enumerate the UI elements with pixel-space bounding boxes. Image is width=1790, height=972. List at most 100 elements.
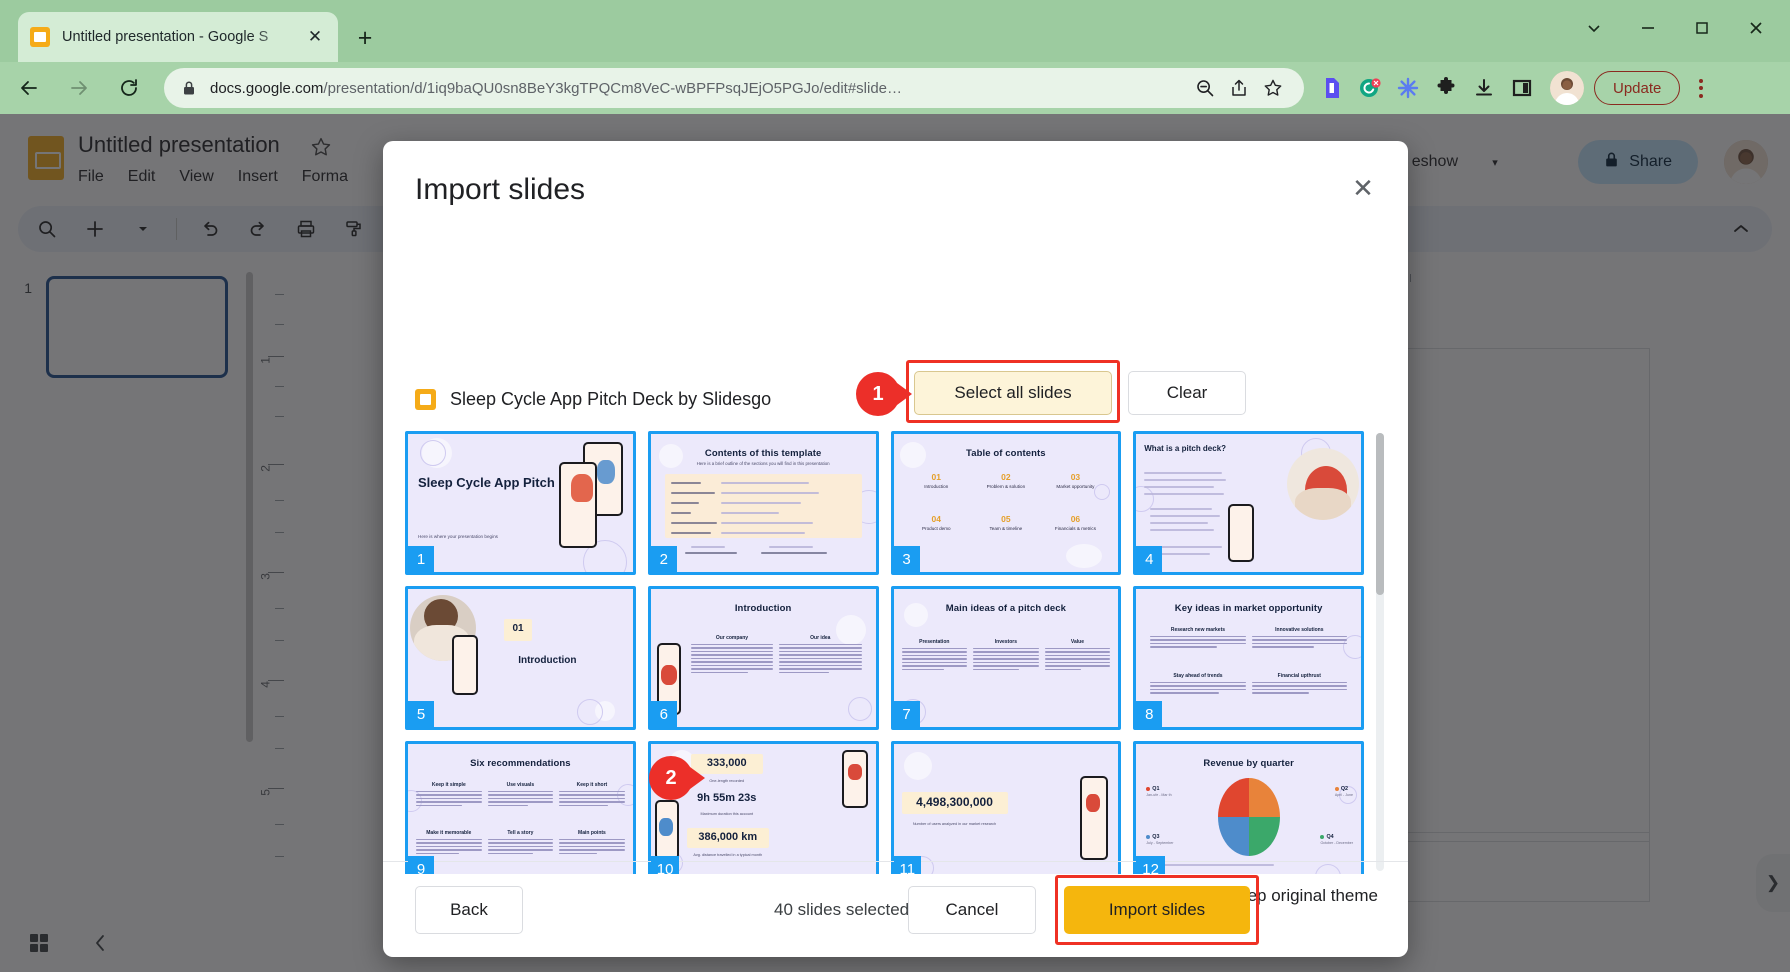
window-controls <box>1568 8 1782 48</box>
slide-thumbnail[interactable]: Six recommendations Keep it simple Use v… <box>405 741 636 874</box>
slide-grid-scrollbar[interactable] <box>1376 433 1384 871</box>
legend-entry: Q2 April - June <box>1334 786 1353 797</box>
legend-note: October - December <box>1320 841 1353 845</box>
browser-window: Untitled presentation - Google S ✕ + doc… <box>0 0 1790 972</box>
puzzle-extensions-icon[interactable] <box>1428 70 1464 106</box>
slide-subtitle: Here is a brief outline of the sections … <box>696 461 830 466</box>
column-heading: Presentation <box>919 639 950 645</box>
slide-title: Table of contents <box>966 448 1046 459</box>
slide-thumbnail[interactable]: 01 Introduction 5 <box>405 586 636 730</box>
toc-number: 02 <box>1001 472 1011 482</box>
close-window-icon[interactable] <box>1730 8 1782 48</box>
slide-title: Main ideas of a pitch deck <box>945 603 1067 614</box>
slide-column: Financial upthrust <box>1251 673 1347 696</box>
slide-title: Revenue by quarter <box>1203 758 1294 769</box>
slide-grid: Sleep Cycle App Pitch Deck Here is where… <box>405 431 1386 874</box>
quadrant-heading: Financial upthrust <box>1277 673 1321 679</box>
maximize-icon[interactable] <box>1676 8 1728 48</box>
share-icon[interactable] <box>1222 73 1256 103</box>
lock-icon <box>178 80 200 96</box>
slide-number: 6 <box>650 701 677 727</box>
legend-note: April - June <box>1334 793 1353 797</box>
slide-number: 2 <box>650 546 677 572</box>
slide-thumbnail[interactable]: Introduction Our company Our idea 6 <box>647 586 879 730</box>
back-icon[interactable] <box>8 67 50 109</box>
star-icon[interactable] <box>1256 73 1290 103</box>
slide-grid-scroll-area[interactable]: Sleep Cycle App Pitch Deck Here is where… <box>405 431 1386 874</box>
slide-number: 11 <box>893 856 922 874</box>
slide-thumbnail[interactable]: Key ideas in market opportunity Research… <box>1133 586 1364 730</box>
toc-label: Product demo <box>921 526 951 531</box>
minimize-icon[interactable] <box>1622 8 1674 48</box>
magnifier-minus-icon[interactable] <box>1188 73 1222 103</box>
slide-column: Keep it simple <box>416 782 482 808</box>
minimize-to-tray-caret-icon[interactable] <box>1568 8 1620 48</box>
tab-title: Untitled presentation - Google S <box>62 29 269 45</box>
close-icon[interactable]: ✕ <box>1344 169 1382 207</box>
slide-thumbnail[interactable]: Main ideas of a pitch deck Presentation … <box>890 586 1122 730</box>
docs-extension-icon[interactable] <box>1314 70 1350 106</box>
new-tab-button[interactable]: + <box>348 22 382 54</box>
slide-number: 1 <box>408 546 434 572</box>
update-button[interactable]: Update <box>1594 71 1681 105</box>
slide-column: Tell a story <box>487 830 554 856</box>
column-heading: Our company <box>715 635 749 641</box>
forward-icon[interactable] <box>58 67 100 109</box>
omnibox[interactable]: docs.google.com/presentation/d/1iq9baQU0… <box>164 68 1304 108</box>
slide-column: Research new markets <box>1150 627 1246 650</box>
slide-column: Value <box>1044 639 1111 672</box>
annotation-badge-1: 1 <box>856 372 900 416</box>
dialog-footer: Back 40 slides selected Cancel Import sl… <box>383 861 1408 957</box>
profile-avatar[interactable] <box>1550 71 1584 105</box>
import-slides-dialog: Import slides ✕ Sleep Cycle App Pitch De… <box>383 141 1408 957</box>
slide-number: 3 <box>893 546 920 572</box>
slide-column: Presentation <box>901 639 968 672</box>
recommendation-heading: Use visuals <box>506 782 535 788</box>
pie-chart <box>1217 778 1280 856</box>
column-heading: Investors <box>994 639 1017 645</box>
import-slides-button[interactable]: Import slides <box>1064 886 1250 934</box>
select-all-slides-button[interactable]: Select all slides <box>914 371 1112 415</box>
slide-thumbnail[interactable]: Contents of this template Here is a brie… <box>647 431 879 575</box>
reload-icon[interactable] <box>108 67 150 109</box>
extension-icons: Update <box>1314 70 1728 106</box>
slides-checkbox-icon[interactable] <box>415 389 436 410</box>
slide-thumbnail[interactable]: Table of contents 01 Introduction 02 Probl… <box>890 431 1122 575</box>
close-icon[interactable]: ✕ <box>304 26 326 48</box>
toc-label: Team & timeline <box>989 526 1023 531</box>
slide-thumbnail[interactable]: Revenue by quarter Q1 Jan-ufe - Mar th Q… <box>1133 741 1364 874</box>
recommendation-heading: Keep it short <box>576 782 608 788</box>
toc-number: 01 <box>931 472 942 482</box>
downloads-icon[interactable] <box>1466 70 1502 106</box>
grammarly-extension-icon[interactable] <box>1352 70 1388 106</box>
recommendation-heading: Keep it simple <box>431 782 466 788</box>
slide-number: 4 <box>1136 546 1163 572</box>
stat-label: Maximum duration this account <box>700 811 754 816</box>
asterisk-extension-icon[interactable] <box>1390 70 1426 106</box>
stat-value: 9h 55m 23s <box>697 792 757 804</box>
slide-number: 7 <box>893 701 920 727</box>
slide-thumbnail[interactable]: What is a pitch deck? 4 <box>1133 431 1364 575</box>
slides-favicon <box>30 27 50 47</box>
column-heading: Value <box>1070 639 1084 645</box>
slide-number: 12 <box>1136 856 1165 874</box>
slide-thumbnail[interactable]: Sleep Cycle App Pitch Deck Here is where… <box>405 431 636 575</box>
clear-selection-button[interactable]: Clear <box>1128 371 1246 415</box>
toc-number: 05 <box>1001 514 1011 524</box>
annotation-badge-2: 2 <box>649 756 693 800</box>
cancel-button[interactable]: Cancel <box>908 886 1036 934</box>
section-number: 01 <box>512 623 524 634</box>
toc-number: 03 <box>1070 472 1081 482</box>
browser-tab[interactable]: Untitled presentation - Google S ✕ <box>18 12 338 62</box>
url-domain: docs.google.com <box>210 79 324 97</box>
three-dot-menu-icon[interactable] <box>1686 70 1716 106</box>
slide-title: Key ideas in market opportunity <box>1174 603 1323 614</box>
deck-header-row[interactable]: Sleep Cycle App Pitch Deck by Slidesgo <box>415 389 771 410</box>
slide-column: Innovative solutions <box>1251 627 1347 650</box>
side-panel-icon[interactable] <box>1504 70 1540 106</box>
toc-label: Financials & metrics <box>1054 526 1096 531</box>
legend-entry: Q3 July - September <box>1146 834 1173 845</box>
scrollbar-thumb[interactable] <box>1376 433 1384 595</box>
slide-thumbnail[interactable]: 4,498,300,000 Number of users analyzed i… <box>890 741 1122 874</box>
back-button[interactable]: Back <box>415 886 523 934</box>
